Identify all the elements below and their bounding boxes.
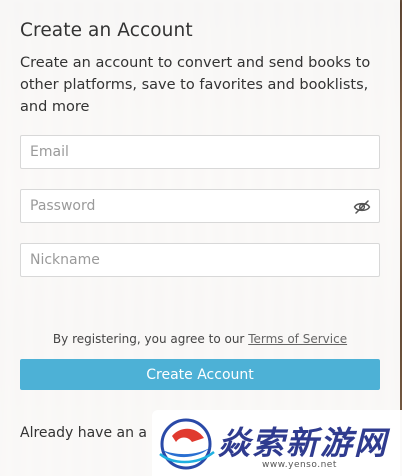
modal-description: Create an account to convert and send bo… <box>20 55 371 115</box>
login-prompt-text: Already have an a <box>20 425 148 441</box>
watermark-url: www.yenso.net <box>262 460 337 470</box>
create-account-modal: Create an Account Create an account to c… <box>0 0 400 476</box>
nickname-input[interactable] <box>21 244 379 276</box>
email-field[interactable] <box>20 135 380 169</box>
password-field[interactable] <box>20 189 380 223</box>
watermark-logo-icon <box>159 418 215 470</box>
email-input[interactable] <box>21 136 379 168</box>
nickname-field[interactable] <box>20 243 380 277</box>
watermark: 焱索新游网 www.yenso.net <box>152 410 402 476</box>
terms-notice: By registering, you agree to our Terms o… <box>20 332 380 346</box>
create-account-button[interactable]: Create Account <box>20 359 380 390</box>
eye-slash-icon[interactable] <box>353 198 371 216</box>
page: Create an Account Create an account to c… <box>0 0 402 476</box>
terms-of-service-link[interactable]: Terms of Service <box>248 332 347 346</box>
password-input[interactable] <box>21 190 379 222</box>
terms-prefix: By registering, you agree to our <box>52 332 249 346</box>
login-prompt: Already have an a <box>20 425 147 441</box>
watermark-brand: 焱索新游网 <box>218 424 389 462</box>
modal-title: Create an Account <box>20 20 193 41</box>
